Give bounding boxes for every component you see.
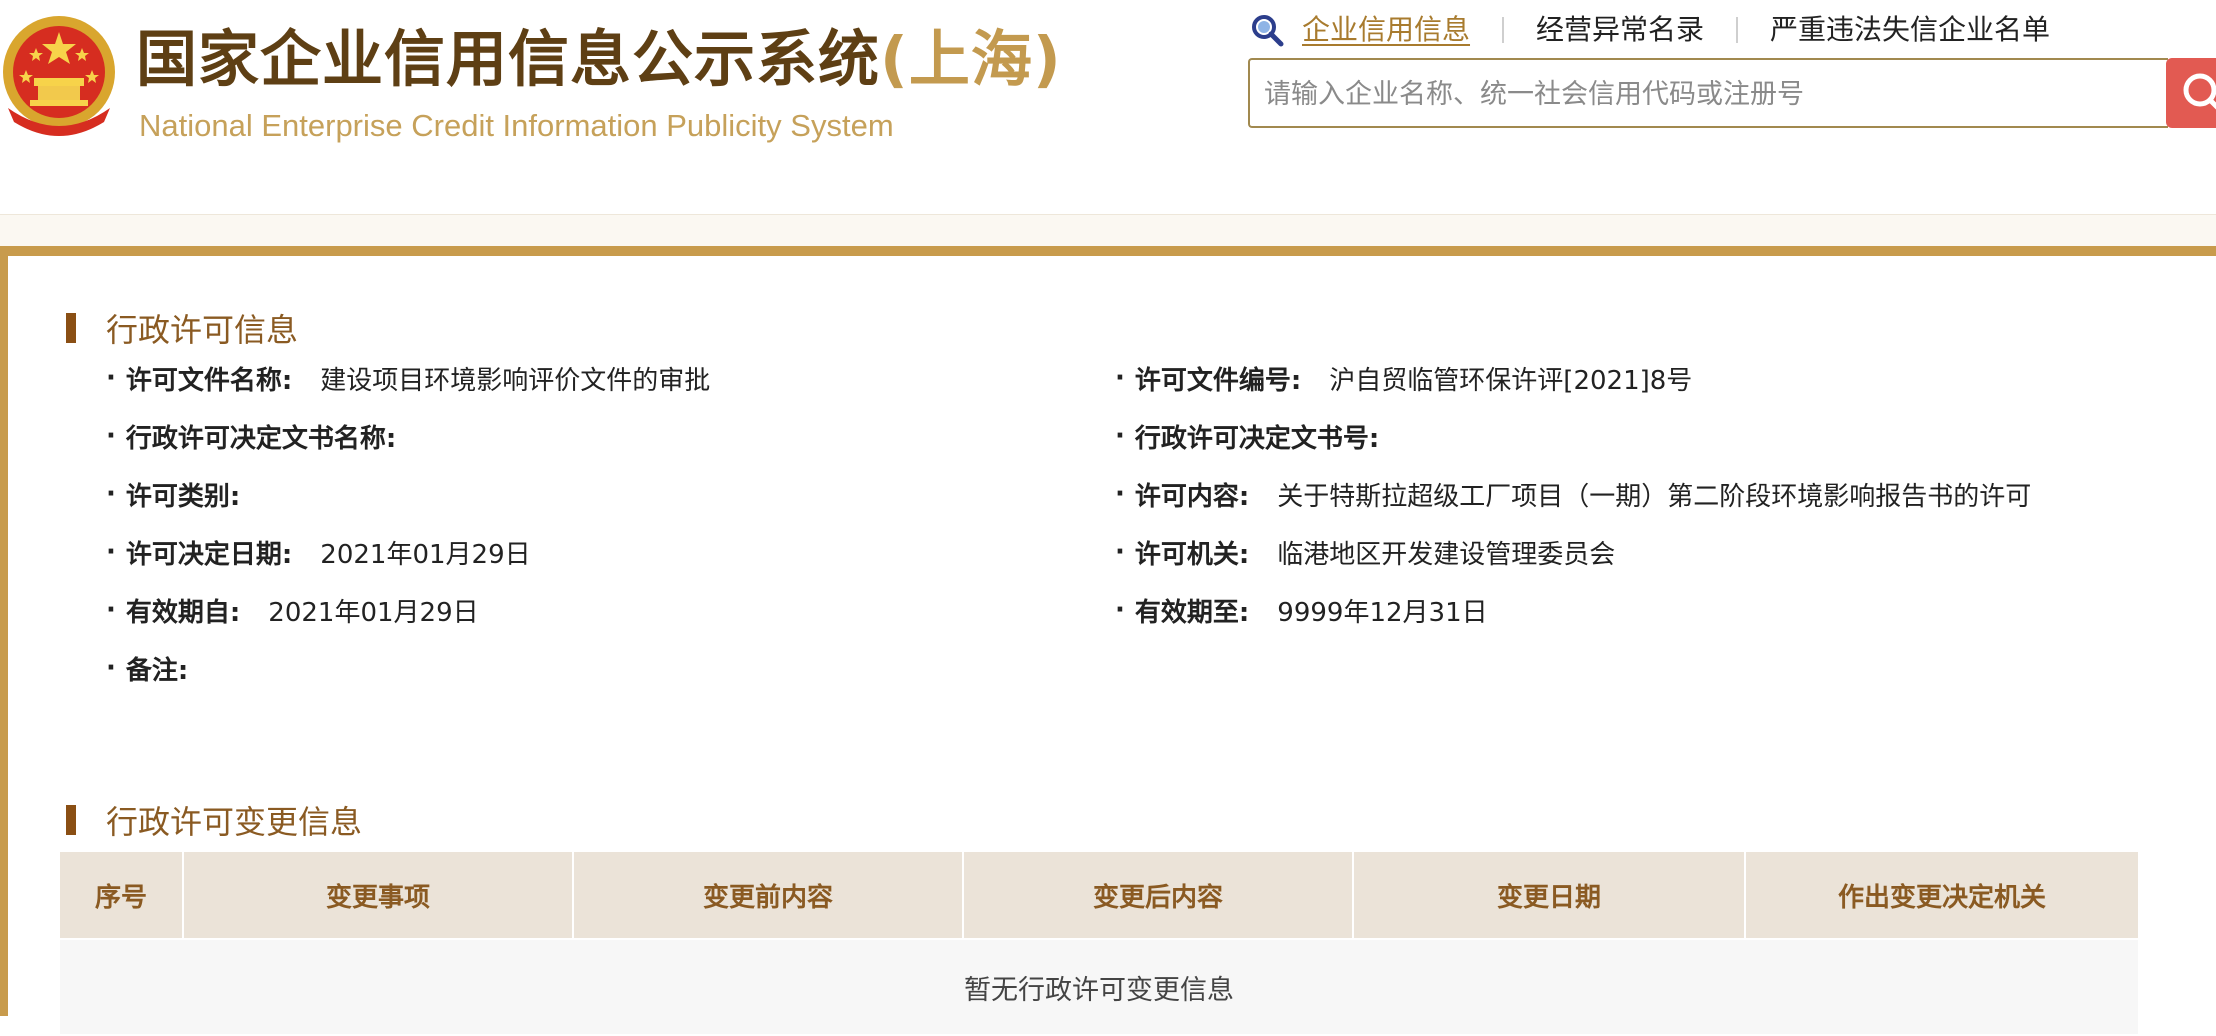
- field-label: 行政许可决定文书号:: [1134, 423, 1380, 454]
- nav-divider: [1736, 17, 1739, 43]
- field-valid-until: · 有效期至: 9999年12月31日: [1115, 590, 1488, 630]
- column-header-content-after: 变更后内容: [962, 850, 1354, 940]
- nav-serious-violations-list[interactable]: 严重违法失信企业名单: [1770, 10, 2050, 50]
- column-header-index: 序号: [58, 850, 184, 940]
- license-section-title: 行政许可信息: [106, 311, 299, 349]
- field-label: 有效期自:: [125, 597, 241, 628]
- field-value: 9999年12月31日: [1277, 597, 1488, 628]
- field-licensing-authority: · 许可机关: 临港地区开发建设管理委员会: [1115, 532, 1615, 572]
- field-license-document-number: · 许可文件编号: 沪自贸临管环保许评[2021]8号: [1115, 358, 1692, 398]
- field-value: 沪自贸临管环保许评[2021]8号: [1329, 365, 1693, 396]
- bullet: ·: [106, 537, 116, 567]
- field-label: 许可内容:: [1134, 481, 1250, 512]
- search-box: [1248, 58, 2168, 128]
- field-license-category: · 许可类别:: [106, 474, 268, 514]
- change-section-heading: 行政许可变更信息: [66, 800, 363, 841]
- national-emblem-icon: [3, 16, 115, 136]
- bullet: ·: [106, 363, 116, 393]
- field-label: 许可机关:: [1134, 539, 1250, 570]
- field-label: 许可文件编号:: [1134, 365, 1302, 396]
- search-button[interactable]: [2166, 58, 2216, 128]
- field-decision-document-name: · 行政许可决定文书名称:: [106, 416, 424, 456]
- nav-enterprise-credit-info[interactable]: 企业信用信息: [1302, 10, 1470, 50]
- site-title: 国家企业信用信息公示系统(上海): [136, 22, 1062, 98]
- field-value: 建设项目环境影响评价文件的审批: [320, 365, 711, 396]
- change-section-title: 行政许可变更信息: [106, 803, 363, 841]
- field-decision-date: · 许可决定日期: 2021年01月29日: [106, 532, 531, 572]
- site-title-region: (上海): [880, 24, 1062, 95]
- table-header-row: 序号 变更事项 变更前内容 变更后内容 变更日期 作出变更决定机关: [58, 850, 2140, 940]
- heading-bar: [66, 313, 76, 343]
- field-remarks: · 备注:: [106, 648, 216, 688]
- bullet: ·: [1115, 479, 1125, 509]
- table-row: 暂无行政许可变更信息: [58, 938, 2140, 1036]
- field-value: 临港地区开发建设管理委员会: [1277, 539, 1616, 570]
- bullet: ·: [1115, 537, 1125, 567]
- site-subtitle: National Enterprise Credit Information P…: [139, 108, 894, 143]
- column-header-content-before: 变更前内容: [572, 850, 964, 940]
- nav-divider: [1502, 17, 1505, 43]
- column-header-deciding-authority: 作出变更决定机关: [1744, 850, 2140, 940]
- license-section-heading: 行政许可信息: [66, 308, 299, 349]
- site-header: 国家企业信用信息公示系统(上海) National Enterprise Cre…: [0, 0, 2216, 214]
- bullet: ·: [1115, 595, 1125, 625]
- magnifier-icon: [1252, 15, 1284, 47]
- bullet: ·: [106, 595, 116, 625]
- top-nav: 企业信用信息 经营异常名录 严重违法失信企业名单: [1250, 10, 2050, 50]
- field-label: 许可文件名称:: [125, 365, 293, 396]
- nav-abnormal-operations-list[interactable]: 经营异常名录: [1536, 10, 1704, 50]
- field-label: 行政许可决定文书名称:: [125, 423, 397, 454]
- bullet: ·: [106, 421, 116, 451]
- heading-bar: [66, 805, 76, 835]
- field-label: 许可决定日期:: [125, 539, 293, 570]
- bullet: ·: [1115, 421, 1125, 451]
- search-icon: [2183, 73, 2216, 110]
- field-label: 有效期至:: [1134, 597, 1250, 628]
- bullet: ·: [1115, 363, 1125, 393]
- field-decision-document-number: · 行政许可决定文书号:: [1115, 416, 1407, 456]
- header-band: [0, 214, 2216, 247]
- bullet: ·: [106, 653, 116, 683]
- column-header-change-date: 变更日期: [1352, 850, 1746, 940]
- field-license-document-name: · 许可文件名称: 建设项目环境影响评价文件的审批: [106, 358, 710, 398]
- empty-state-message: 暂无行政许可变更信息: [58, 938, 2140, 1036]
- search-input[interactable]: [1262, 68, 2156, 120]
- field-license-content: · 许可内容: 关于特斯拉超级工厂项目（一期）第二阶段环境影响报告书的许可: [1115, 474, 2031, 514]
- field-value: 2021年01月29日: [320, 539, 531, 570]
- field-label: 许可类别:: [125, 481, 241, 512]
- change-history-table: 序号 变更事项 变更前内容 变更后内容 变更日期 作出变更决定机关 暂无行政许可…: [58, 850, 2140, 1036]
- bullet: ·: [106, 479, 116, 509]
- column-header-change-item: 变更事项: [182, 850, 574, 940]
- field-value: 关于特斯拉超级工厂项目（一期）第二阶段环境影响报告书的许可: [1277, 481, 2032, 512]
- field-value: 2021年01月29日: [268, 597, 479, 628]
- site-title-main: 国家企业信用信息公示系统: [136, 24, 881, 95]
- field-valid-from: · 有效期自: 2021年01月29日: [106, 590, 479, 630]
- field-label: 备注:: [125, 655, 189, 686]
